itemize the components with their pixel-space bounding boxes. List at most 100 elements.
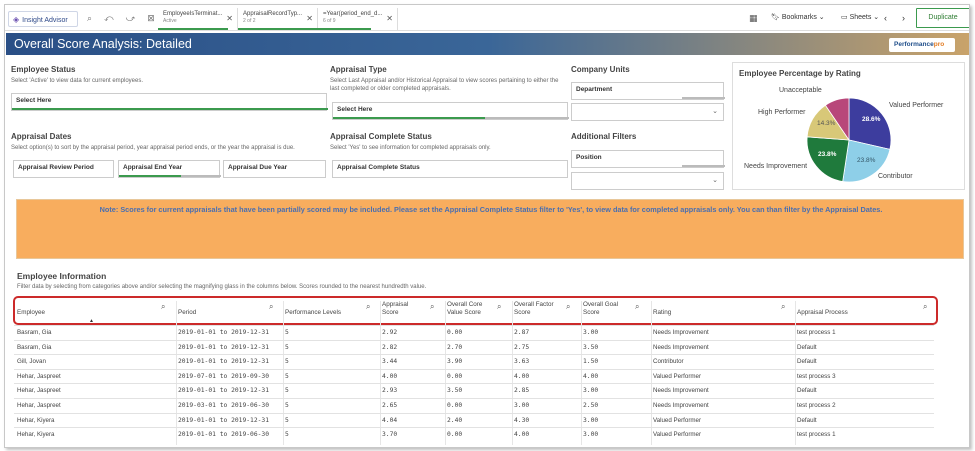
chip-title: AppraisalRecordTyp...	[243, 11, 303, 17]
column-header[interactable]: Employee ⌕	[17, 301, 175, 323]
pie-slice-needs[interactable]	[806, 136, 850, 182]
appraisal-type-filter[interactable]: Select Here	[332, 102, 569, 120]
clear-selections-icon[interactable]: ⊠	[147, 13, 155, 23]
pie-pct-needs: 23.8%	[818, 151, 837, 158]
column-header[interactable]: Period ⌕	[178, 301, 283, 323]
next-sheet-icon[interactable]: ›	[902, 13, 905, 23]
table-cell: 2.65	[382, 402, 398, 409]
column-header-label: Overall Factor Score	[514, 301, 554, 316]
table-cell: Needs Improvement	[653, 343, 709, 351]
table-cell: test process 1	[797, 431, 836, 439]
insight-advisor-button[interactable]: ◈ Insight Advisor	[8, 11, 78, 27]
table-cell: 3.70	[382, 431, 398, 439]
table-cell: test process 1	[797, 329, 836, 336]
table-cell: 5	[285, 358, 289, 366]
table-cell: 3.00	[583, 431, 599, 439]
bookmarks-button[interactable]: 🔖︎ Bookmarks ⌄	[771, 13, 825, 21]
table-cell: 2.75	[514, 343, 530, 351]
column-header[interactable]: Rating ⌕	[653, 301, 795, 323]
column-header[interactable]: Appraisal Process ⌕	[797, 301, 937, 323]
table-row[interactable]: Hehar, Kiyera 2019-01-01 to 2019-06-30 5 3.…	[14, 427, 934, 441]
filter-label: Appraisal Complete Status	[337, 164, 420, 171]
filter-label: Position	[576, 154, 602, 161]
close-icon[interactable]: ✕	[306, 14, 313, 23]
appraisal-review-period-filter[interactable]: Appraisal Review Period	[13, 160, 114, 178]
table-cell: 4.00	[514, 431, 530, 439]
appraisal-type-desc: Select Last Appraisal and/or Historical …	[330, 78, 559, 92]
table-row[interactable]: Hehar, Kiyera 2019-01-01 to 2019-12-31 5 4.…	[14, 412, 934, 427]
search-icon[interactable]: ⌕	[497, 303, 501, 311]
search-icon[interactable]: ⌕	[635, 303, 639, 311]
table-row[interactable]: Basram, Gia 2019-01-01 to 2019-12-31 5 2.92…	[14, 325, 934, 339]
column-header[interactable]: Overall Core Value Score ⌕	[447, 301, 511, 323]
column-header[interactable]: Overall Goal Score ⌕	[583, 301, 649, 323]
table-cell: 3.90	[447, 358, 463, 366]
table-row[interactable]: Hehar, Jaspreet 2019-07-01 to 2019-09-30 5…	[14, 368, 934, 383]
table-cell: 0.00	[447, 372, 463, 380]
column-header[interactable]: Overall Factor Score ⌕	[514, 301, 580, 323]
prev-sheet-icon[interactable]: ‹	[884, 13, 887, 23]
table-cell: Valued Performer	[653, 431, 702, 439]
appraisal-end-year-filter[interactable]: Appraisal End Year	[118, 160, 221, 178]
close-icon[interactable]: ✕	[226, 14, 233, 23]
table-row[interactable]: Basram, Gia 2019-01-01 to 2019-12-31 5 2.82…	[14, 339, 934, 354]
grid-icon[interactable]: ▦	[749, 13, 758, 24]
table-cell: Hehar, Jaspreet	[17, 387, 61, 395]
smart-search-icon[interactable]: ⌕	[87, 13, 92, 23]
table-cell: 2019-07-01 to 2019-09-30	[178, 372, 269, 380]
table-cell: 2019-03-01 to 2019-06-30	[178, 402, 269, 409]
selection-chip-3[interactable]: =Year(period_end_d... 6 of 9 ✕	[318, 8, 398, 30]
table-cell: 5	[285, 387, 289, 395]
selection-bar	[333, 117, 485, 119]
table-cell: 3.00	[583, 387, 599, 395]
table-cell: 4.00	[382, 372, 398, 380]
table-cell: 2.70	[447, 343, 463, 351]
table-row[interactable]: Gill, Jovan 2019-01-01 to 2019-12-31 5 3.44…	[14, 354, 934, 368]
department-dropdown[interactable]: ⌄	[571, 103, 724, 121]
search-icon[interactable]: ⌕	[161, 303, 165, 311]
position-dropdown[interactable]: ⌄	[571, 172, 724, 190]
table-row[interactable]: Hehar, Jaspreet 2019-01-01 to 2019-12-31 5…	[14, 383, 934, 397]
sort-asc-icon[interactable]: ▲	[89, 318, 94, 324]
additional-filters-title: Additional Filters	[571, 132, 637, 141]
selection-chip-1[interactable]: EmployeeIsTerminat... Active ✕	[158, 8, 238, 30]
duplicate-button[interactable]: Duplicate	[916, 8, 969, 28]
bookmark-icon: 🔖︎	[771, 14, 782, 21]
appraisal-due-year-filter[interactable]: Appraisal Due Year	[223, 160, 326, 178]
position-filter[interactable]: Position	[571, 150, 725, 168]
sheet-header: Overall Score Analysis: Detailed Perform…	[6, 33, 969, 55]
table-cell: Hehar, Kiyera	[17, 431, 55, 439]
search-icon[interactable]: ⌕	[269, 303, 273, 311]
search-icon[interactable]: ⌕	[923, 303, 927, 311]
selection-tools: ⌕ ⤺ ⤻ ⊠	[87, 13, 167, 24]
toolbar: ◈ Insight Advisor ⌕ ⤺ ⤻ ⊠ EmployeeIsTerminat…	[5, 5, 969, 31]
table-cell: 2.85	[514, 387, 530, 395]
search-icon[interactable]: ⌕	[366, 303, 370, 311]
complete-status-filter[interactable]: Appraisal Complete Status	[332, 160, 568, 178]
table-row[interactable]: Hehar, Jaspreet 2019-03-01 to 2019-06-30 5…	[14, 398, 934, 412]
table-cell: 4.30	[514, 416, 530, 424]
search-icon[interactable]: ⌕	[566, 303, 570, 311]
employee-status-filter[interactable]: Select Here	[11, 93, 328, 111]
selection-bar	[12, 108, 328, 110]
table-title: Employee Information	[17, 271, 107, 281]
close-icon[interactable]: ✕	[386, 14, 393, 23]
logo-b: pro	[933, 41, 945, 48]
table-cell: 0.00	[447, 329, 463, 336]
step-forward-icon[interactable]: ⤻	[126, 13, 136, 23]
appraisal-dates-title: Appraisal Dates	[11, 132, 72, 141]
chevron-down-icon: ⌄	[712, 177, 718, 184]
column-header[interactable]: Performance Levels ⌕	[285, 301, 380, 323]
sheets-button[interactable]: ▭ Sheets ⌄	[841, 13, 879, 21]
column-header[interactable]: Appraisal Score ⌕	[382, 301, 444, 323]
table-cell: 2.82	[382, 343, 398, 351]
step-back-icon[interactable]: ⤺	[104, 13, 114, 23]
brand-logo: Performancepro	[889, 38, 955, 52]
department-filter[interactable]: Department	[571, 82, 725, 100]
selection-chip-2[interactable]: AppraisalRecordTyp... 2 of 2 ✕	[238, 8, 318, 30]
chip-progress	[238, 28, 318, 30]
table-cell: Default	[797, 358, 817, 366]
column-header-label: Overall Core Value Score	[447, 301, 483, 316]
search-icon[interactable]: ⌕	[781, 303, 785, 311]
search-icon[interactable]: ⌕	[430, 303, 434, 311]
